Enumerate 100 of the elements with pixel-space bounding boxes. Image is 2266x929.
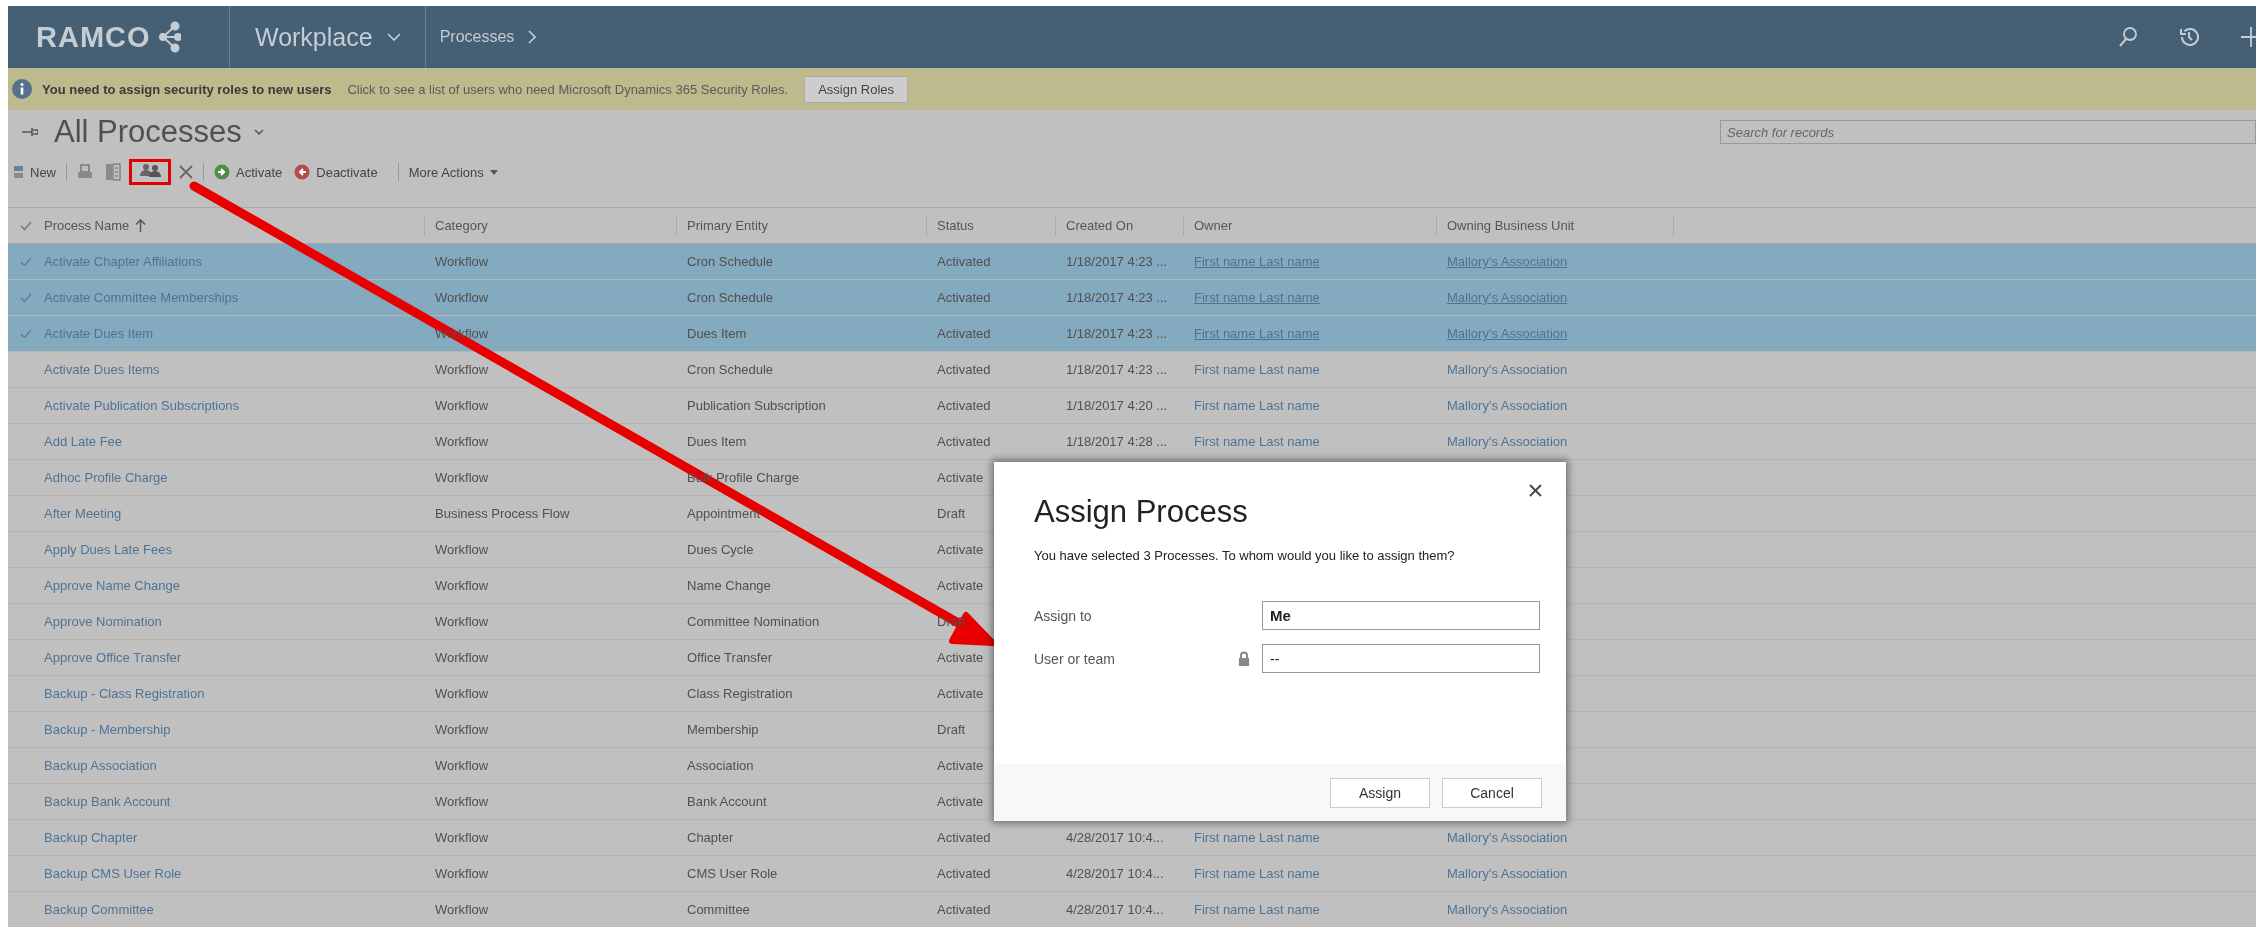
table-link[interactable]: First name Last name <box>1194 362 1320 377</box>
search-field[interactable]: Search for records <box>1720 120 2256 144</box>
table-link[interactable]: After Meeting <box>44 506 122 521</box>
table-cell: Workflow <box>435 542 489 557</box>
table-link[interactable]: First name Last name <box>1194 434 1320 449</box>
table-link[interactable]: Backup Bank Account <box>44 794 171 809</box>
table-row[interactable]: Add Late Fee Workflow Dues Item Activated 1/18/2017 4:28 ... First name Last name Mallory's Association <box>8 424 2256 460</box>
table-cell: Activated <box>937 254 991 269</box>
field-label: User or team <box>1034 650 1116 667</box>
assign-button[interactable]: Assign <box>1330 777 1430 808</box>
checkmark-icon[interactable] <box>20 328 32 339</box>
table-row[interactable]: Activate Dues Items Workflow Cron Schedule Activated 1/18/2017 4:23 ... First name Last name Mallory's Association <box>8 352 2256 388</box>
pin-icon[interactable] <box>22 127 38 137</box>
deactivate-button[interactable]: Deactivate <box>288 164 384 180</box>
table-link[interactable]: Add Late Fee <box>44 434 123 449</box>
table-cell: 1/18/2017 4:28 ... <box>1066 434 1168 449</box>
plus-icon[interactable] <box>2240 26 2256 48</box>
table-link[interactable]: Mallory's Association <box>1447 398 1568 413</box>
table-cell: Bank Account <box>687 794 767 809</box>
input-field[interactable]: -- <box>1262 644 1540 673</box>
history-icon[interactable] <box>2178 26 2200 48</box>
table-link[interactable]: Backup - Class Registration <box>44 686 205 701</box>
input-field[interactable]: Me <box>1262 601 1540 630</box>
table-cell: Workflow <box>435 722 489 737</box>
logo-text: RAMCO <box>36 20 151 54</box>
table-link[interactable]: First name Last name <box>1194 398 1320 413</box>
table-link[interactable]: Activate Dues Items <box>44 362 160 377</box>
table-cell: Activated <box>937 902 991 917</box>
close-icon[interactable] <box>1529 484 1542 497</box>
table-link[interactable]: Mallory's Association <box>1447 830 1568 845</box>
table-link[interactable]: Backup CMS User Role <box>44 866 182 881</box>
table-cell: Workflow <box>435 902 489 917</box>
column-header[interactable]: Owner <box>1194 218 1233 233</box>
column-header[interactable]: Status <box>937 218 974 233</box>
table-cell: 1/18/2017 4:20 ... <box>1066 398 1168 413</box>
select-all-checkmark-icon[interactable] <box>20 220 32 231</box>
more-actions-button[interactable]: More Actions <box>402 164 504 180</box>
new-process-icon <box>14 164 24 180</box>
breadcrumb[interactable]: Processes <box>439 28 515 46</box>
view-title[interactable]: All Processes <box>54 114 242 150</box>
table-cell: Office Transfer <box>687 650 772 665</box>
table-cell: Activated <box>937 866 991 881</box>
column-header[interactable]: Process Name <box>44 218 130 233</box>
assign-roles-button[interactable]: Assign Roles <box>804 75 909 103</box>
column-header[interactable]: Category <box>435 218 488 233</box>
table-link[interactable]: Mallory's Association <box>1447 434 1568 449</box>
table-link[interactable]: First name Last name <box>1194 902 1320 917</box>
column-header[interactable]: Owning Business Unit <box>1447 218 1575 233</box>
table-cell: Activate <box>937 686 984 701</box>
table-row[interactable]: Backup Committee Workflow Committee Activated 4/28/2017 10:4... First name Last name Mallory's Association <box>8 892 2256 927</box>
table-cell: Workflow <box>435 434 489 449</box>
table-link[interactable]: Mallory's Association <box>1447 902 1568 917</box>
table-cell: Activate <box>937 470 984 485</box>
activate-button[interactable]: Activate <box>208 164 289 180</box>
table-cell: Activate <box>937 794 984 809</box>
table-cell: Workflow <box>435 866 489 881</box>
column-header[interactable]: Created On <box>1066 218 1134 233</box>
table-link[interactable]: First name Last name <box>1194 866 1320 881</box>
table-cell: Workflow <box>435 362 489 377</box>
table-cell: Activate <box>937 650 984 665</box>
table-link[interactable]: Approve Nomination <box>44 614 162 629</box>
notification-message[interactable]: Click to see a list of users who need Microsoft Dynamics 365 Security Roles. <box>347 81 789 97</box>
table-cell: 4/28/2017 10:4... <box>1066 830 1164 845</box>
new-button[interactable]: New <box>8 164 62 180</box>
table-link[interactable]: Approve Office Transfer <box>44 650 182 665</box>
table-cell: Workflow <box>435 254 489 269</box>
table-link[interactable]: Backup Chapter <box>44 830 138 845</box>
table-link[interactable]: Activate Publication Subscriptions <box>44 398 240 413</box>
table-cell: Activated <box>937 362 991 377</box>
checkmark-icon[interactable] <box>20 256 32 267</box>
table-cell: Workflow <box>435 614 489 629</box>
table-link[interactable]: Approve Name Change <box>44 578 180 593</box>
table-link[interactable]: Mallory's Association <box>1447 866 1568 881</box>
table-link[interactable]: Adhoc Profile Charge <box>44 470 168 485</box>
table-link[interactable]: Backup Committee <box>44 902 154 917</box>
table-cell: 1/18/2017 4:23 ... <box>1066 326 1168 341</box>
column-header[interactable]: Primary Entity <box>687 218 768 233</box>
table-cell: 1/18/2017 4:23 ... <box>1066 254 1168 269</box>
checkmark-icon[interactable] <box>20 292 32 303</box>
table-row[interactable]: Activate Publication Subscriptions Workflow Publication Subscription Activated 1/18/2017 4:20 ... First name Last name Mallory's Association <box>8 388 2256 424</box>
deactivate-icon <box>294 164 311 180</box>
table-row[interactable]: Backup CMS User Role Workflow CMS User Role Activated 4/28/2017 10:4... First name Last name Mallory's Association <box>8 856 2256 892</box>
chevron-right-icon[interactable] <box>528 30 537 44</box>
app-name[interactable]: Workplace <box>255 22 373 52</box>
chevron-down-icon[interactable] <box>386 33 401 41</box>
search-icon[interactable] <box>2118 26 2138 48</box>
table-cell: Dues Cycle <box>687 542 754 557</box>
caret-icon[interactable] <box>253 129 264 135</box>
table-link[interactable]: Apply Dues Late Fees <box>44 542 172 557</box>
cancel-button[interactable]: Cancel <box>1442 777 1542 808</box>
table-cell: Dues Item <box>687 326 747 341</box>
table-cell: Appointment <box>687 506 760 521</box>
sort-up-arrow-icon[interactable] <box>135 219 147 232</box>
table-cell: Association <box>687 758 754 773</box>
table-cell: Activated <box>937 434 991 449</box>
table-link[interactable]: Backup - Membership <box>44 722 171 737</box>
table-link[interactable]: First name Last name <box>1194 830 1320 845</box>
table-link[interactable]: Mallory's Association <box>1447 362 1568 377</box>
table-link[interactable]: Backup Association <box>44 758 157 773</box>
delete-icon[interactable] <box>179 165 193 179</box>
